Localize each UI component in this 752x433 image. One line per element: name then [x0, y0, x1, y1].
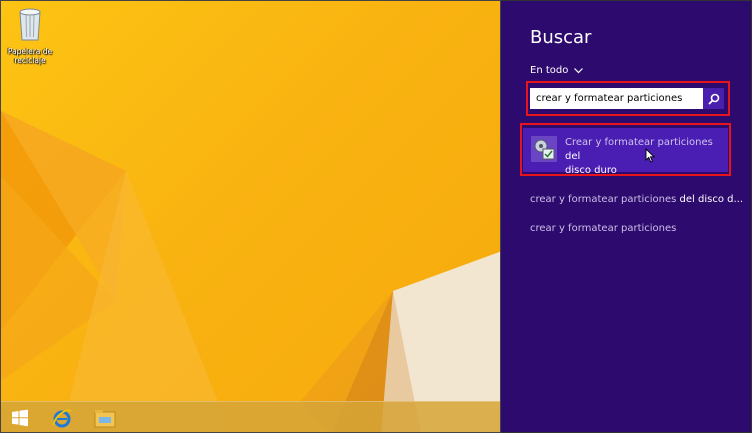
mouse-cursor-icon [645, 148, 655, 163]
search-suggestion[interactable]: crear y formatear particiones [530, 223, 676, 234]
search-icon [707, 93, 719, 105]
desktop: Papelera de reciclaje [0, 0, 501, 433]
internet-explorer-icon[interactable] [49, 405, 75, 431]
search-result-rest: del [565, 151, 581, 162]
search-button[interactable] [703, 88, 724, 109]
search-result-match: Crear y formatear particiones [565, 137, 713, 148]
search-box [530, 88, 724, 109]
recycle-bin[interactable]: Papelera de reciclaje [3, 5, 57, 65]
suggestion-match: crear y formatear particiones [530, 194, 677, 205]
disk-management-icon [531, 136, 557, 162]
search-result-rest-line2: disco duro [565, 165, 617, 176]
recycle-bin-label: Papelera de reciclaje [7, 47, 53, 65]
search-charm-panel: Buscar En todo Crear y formatear part [501, 0, 752, 433]
taskbar [1, 401, 500, 432]
search-charm-title: Buscar [530, 27, 592, 48]
suggestion-match: crear y formatear particiones [530, 223, 677, 234]
search-suggestion[interactable]: crear y formatear particiones del disco … [530, 194, 743, 205]
search-scope-label: En todo [530, 65, 569, 76]
search-scope-dropdown[interactable]: En todo [530, 65, 584, 76]
search-result-disk-management[interactable]: Crear y formatear particiones del disco … [523, 128, 728, 176]
desktop-wallpaper [1, 111, 500, 432]
search-input[interactable] [530, 88, 703, 109]
recycle-bin-icon [19, 8, 41, 41]
windows-start-icon[interactable] [7, 405, 33, 431]
chevron-down-icon [574, 67, 584, 73]
file-explorer-icon[interactable] [92, 405, 118, 431]
suggestion-rest: del disco d... [676, 194, 744, 205]
